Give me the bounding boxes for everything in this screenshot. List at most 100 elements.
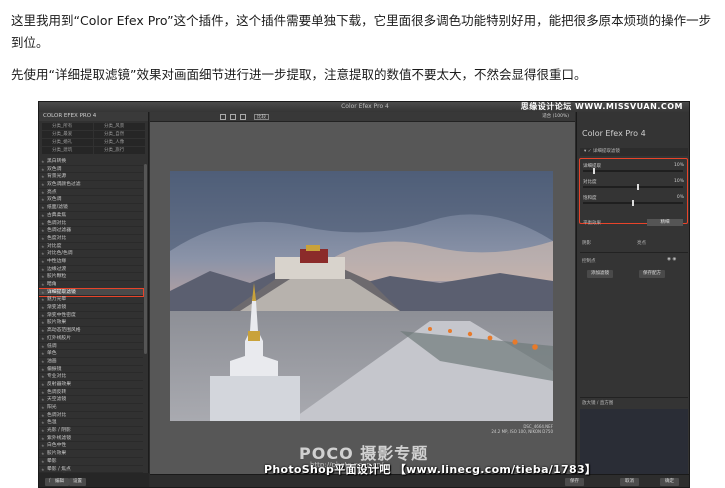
divider	[580, 397, 688, 398]
active-filter-name: 详细提取滤镜	[592, 149, 620, 154]
filter-list-item[interactable]: 古典柔焦	[39, 212, 143, 220]
filter-list-item[interactable]: 黑白转换	[39, 158, 143, 166]
category-item[interactable]: 分类_所有	[42, 123, 93, 130]
filter-list-item[interactable]: 双色调颜色过滤	[39, 181, 143, 189]
category-item[interactable]: 分类_人像	[94, 139, 145, 146]
divider	[580, 252, 688, 253]
filter-list-item[interactable]: 色度对比	[39, 235, 143, 243]
filter-list-item[interactable]: 背景光源	[39, 173, 143, 182]
filter-list-item[interactable]: 胶片效果	[39, 319, 143, 328]
filter-controls-highlight: 详细提取 10% 对比度 10% 饱和度 0% 平衡效果 精细	[579, 158, 688, 226]
filter-list-item[interactable]: 单色	[39, 350, 143, 358]
control-points-label: 控制点	[582, 259, 596, 264]
cancel-button[interactable]: 取消	[620, 478, 639, 486]
filter-list-item[interactable]: 色调对比	[39, 220, 143, 228]
panel-title: Color Efex Pro 4	[582, 129, 646, 138]
filter-list-item[interactable]: 阳光	[39, 404, 143, 412]
category-item[interactable]: 分类_自然	[94, 131, 145, 138]
single-view-icon[interactable]	[220, 114, 226, 120]
viewer-toolbar: 比较 适合 (100%)	[150, 112, 575, 122]
filter-list-item[interactable]: 纸面/滤镜	[39, 204, 143, 212]
filter-list-item[interactable]: 边缘过渡	[39, 266, 143, 274]
filter-list-item[interactable]: 中性边缘	[39, 258, 143, 266]
filter-list-panel: COLOR EFEX PRO 4 分类_所有 分类_风景 分类_最爱 分类_自然…	[39, 112, 149, 487]
slider-saturation[interactable]: 饱和度 0%	[583, 195, 686, 207]
filter-list-item[interactable]: 高动态范围风格	[39, 327, 143, 335]
filter-list-item[interactable]: 反射器效果	[39, 381, 143, 389]
filter-list-item[interactable]: 暗角	[39, 281, 143, 289]
filter-list-item[interactable]: 双色调	[39, 196, 143, 205]
filter-list-item[interactable]: 色调对比	[39, 412, 143, 420]
chevron-down-icon: ▾ ✓	[584, 149, 593, 154]
preview-photo	[170, 171, 553, 421]
category-item[interactable]: 分类_风景	[94, 123, 145, 130]
filter-list-item[interactable]: 详细提取滤镜	[39, 287, 144, 298]
slider-track	[583, 186, 683, 188]
potala-palace-image	[170, 171, 553, 421]
filter-list-item[interactable]: 双色调	[39, 166, 143, 174]
slider-label: 饱和度	[583, 196, 597, 201]
slider-value: 10%	[673, 163, 684, 168]
photo-exif: 24.2 MP, ISO 100, NIKON D750	[491, 429, 553, 434]
side-by-side-icon[interactable]	[240, 114, 246, 120]
article-paragraph-1: 这里我用到“Color Efex Pro”这个插件，这个插件需要单独下载，它里面…	[11, 13, 712, 50]
filter-list-item[interactable]: 魅力光晕	[39, 296, 143, 305]
filter-list-item[interactable]: 低调	[39, 343, 143, 351]
filter-list-item[interactable]: 红外线胶片	[39, 335, 143, 343]
compare-button[interactable]: 比较	[254, 114, 269, 120]
control-point-toggle-icon[interactable]: ◉ ◉	[667, 257, 676, 262]
zoom-level[interactable]: 适合 (100%)	[542, 114, 569, 120]
slider-contrast[interactable]: 对比度 10%	[583, 179, 686, 191]
filter-list-item[interactable]: 亮点	[39, 189, 143, 197]
filter-list-item[interactable]: 专业对比	[39, 373, 143, 381]
filter-list-item[interactable]: 渐变中性密度	[39, 312, 143, 320]
category-item[interactable]: 分类_最爱	[42, 131, 93, 138]
category-grid: 分类_所有 分类_风景 分类_最爱 分类_自然 分类_婚礼 分类_人像 分类_建…	[39, 121, 148, 156]
active-filter-header[interactable]: ▾ ✓ 详细提取滤镜	[580, 148, 688, 156]
filter-list-item[interactable]: 胶片效果	[39, 450, 143, 458]
filter-list-scrollbar[interactable]	[144, 164, 147, 354]
filter-list-item[interactable]: 天空滤镜	[39, 396, 143, 404]
category-item[interactable]: 分类_旅行	[94, 147, 145, 154]
filter-list-item[interactable]: 晕影	[39, 458, 143, 466]
add-filter-button[interactable]: 添加滤镜	[587, 270, 613, 278]
mode-label: 平衡效果	[583, 221, 601, 226]
filter-list-item[interactable]: 对比度	[39, 243, 143, 251]
filter-list-item[interactable]: 色调反转	[39, 389, 143, 397]
article-paragraph-2: 先使用“详细提取滤镜”效果对画面细节进行进一步提取，注意提取的数值不要太大，不然…	[11, 67, 587, 82]
slider-knob[interactable]	[636, 184, 639, 190]
histogram-label[interactable]: 放大镜 / 直方图	[582, 400, 613, 406]
footer-watermark: PhotoShop平面设计吧 【www.linecg.com/tieba/178…	[264, 463, 597, 476]
ok-button[interactable]: 确定	[660, 478, 679, 486]
filter-list-item[interactable]: 对比色/色调	[39, 250, 143, 258]
photo-caption: DSC_4664.NEF 24.2 MP, ISO 100, NIKON D75…	[490, 424, 553, 434]
split-view-icon[interactable]	[230, 114, 236, 120]
filter-list-item[interactable]: 光影 / 阴影	[39, 427, 143, 435]
save-preset-button[interactable]: 保存配方	[639, 270, 665, 278]
filter-list-item[interactable]: 油画	[39, 358, 143, 366]
mode-select[interactable]: 精细	[647, 219, 683, 226]
filter-list-item[interactable]: 偏振镜	[39, 366, 143, 374]
slider-detail[interactable]: 详细提取 10%	[583, 163, 686, 175]
filter-list-item[interactable]: 渐变滤镜	[39, 304, 143, 312]
filter-list: 黑白转换双色调背景光源双色调颜色过滤亮点双色调纸面/滤镜古典柔焦色调对比色调过滤…	[39, 158, 148, 481]
color-efex-window: Color Efex Pro 4 思缘设计论坛 WWW.MISSVUAN.COM…	[38, 101, 690, 488]
filter-list-item[interactable]: 紫外线滤镜	[39, 435, 143, 443]
top-watermark: 思缘设计论坛 WWW.MISSVUAN.COM	[520, 102, 683, 111]
category-item[interactable]: 分类_婚礼	[42, 139, 93, 146]
shadows-label: 阴影	[582, 241, 591, 246]
category-item[interactable]: 分类_建筑	[42, 147, 93, 154]
filter-list-item[interactable]: 胶片颗粒	[39, 273, 143, 281]
browser-button[interactable]: 编辑	[50, 478, 69, 486]
slider-value: 0%	[676, 195, 684, 200]
settings-button[interactable]: 设置	[69, 478, 86, 486]
slider-value: 10%	[673, 179, 684, 184]
left-panel-header: COLOR EFEX PRO 4	[39, 112, 148, 121]
slider-knob[interactable]	[592, 168, 595, 174]
filter-list-item[interactable]: 白色中性	[39, 442, 143, 451]
slider-knob[interactable]	[632, 200, 634, 206]
filter-list-item[interactable]: 色温	[39, 419, 143, 428]
slider-track	[583, 170, 683, 172]
save-button[interactable]: 保存	[565, 478, 584, 486]
filter-list-item[interactable]: 色调过滤器	[39, 227, 143, 235]
